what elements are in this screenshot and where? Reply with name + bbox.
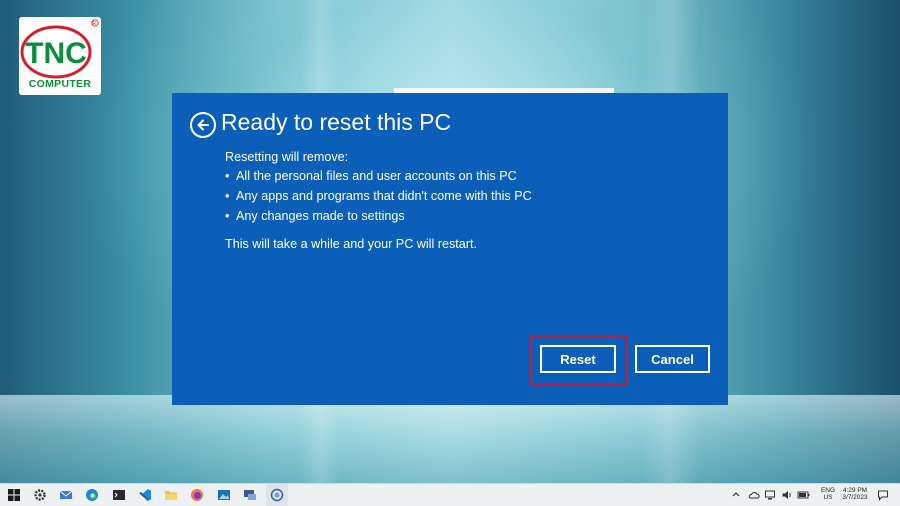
dialog-title: Ready to reset this PC xyxy=(221,109,452,135)
vscode-icon[interactable] xyxy=(138,488,152,502)
bullet-item: All the personal files and user accounts… xyxy=(236,169,517,183)
onedrive-icon[interactable] xyxy=(748,489,760,501)
region-code: US xyxy=(823,494,833,501)
logo-brand-text: TNC xyxy=(25,37,87,70)
bullet-mark: • xyxy=(225,169,230,183)
back-arrow-icon[interactable] xyxy=(190,112,216,138)
logo-subtitle: COMPUTER xyxy=(28,78,92,90)
photos-icon[interactable] xyxy=(217,488,231,502)
language-code: ENG xyxy=(820,487,836,494)
svg-text:R: R xyxy=(92,21,96,27)
file-explorer-icon[interactable] xyxy=(164,488,178,502)
battery-icon[interactable] xyxy=(797,489,811,501)
settings-icon[interactable] xyxy=(33,488,47,502)
clock-date: 3/7/2023 xyxy=(842,494,868,501)
system-reset-icon[interactable] xyxy=(270,488,284,502)
bullet-mark: • xyxy=(225,189,230,203)
cancel-button[interactable]: Cancel xyxy=(635,345,710,373)
wallpaper-glow xyxy=(0,395,900,483)
clock-time: 4:29 PM xyxy=(842,487,868,494)
reset-button[interactable]: Reset xyxy=(540,345,616,373)
bullet-item: Any apps and programs that didn't come w… xyxy=(236,189,532,203)
edge-icon[interactable] xyxy=(85,488,99,502)
mail-icon[interactable] xyxy=(59,488,73,502)
windows-start-icon[interactable] xyxy=(7,488,21,502)
language-indicator[interactable]: ENG US xyxy=(818,487,838,501)
terminal-icon[interactable] xyxy=(112,488,126,502)
restart-note: This will take a while and your PC will … xyxy=(225,237,477,251)
network-icon[interactable] xyxy=(764,489,776,501)
intro-text: Resetting will remove: xyxy=(225,150,349,164)
reset-pc-dialog: Ready to reset this PC Resetting will re… xyxy=(172,93,728,405)
bullet-mark: • xyxy=(225,209,230,223)
clock[interactable]: 4:29 PM 3/7/2023 xyxy=(838,487,872,501)
firefox-icon[interactable] xyxy=(190,488,204,502)
volume-icon[interactable] xyxy=(781,489,793,501)
notification-icon[interactable] xyxy=(877,489,889,501)
bullet-item: Any changes made to settings xyxy=(236,209,405,223)
remote-desktop-icon[interactable] xyxy=(243,488,257,502)
chevron-up-icon[interactable] xyxy=(731,489,741,499)
taskbar: ENG US 4:29 PM 3/7/2023 xyxy=(0,483,900,506)
